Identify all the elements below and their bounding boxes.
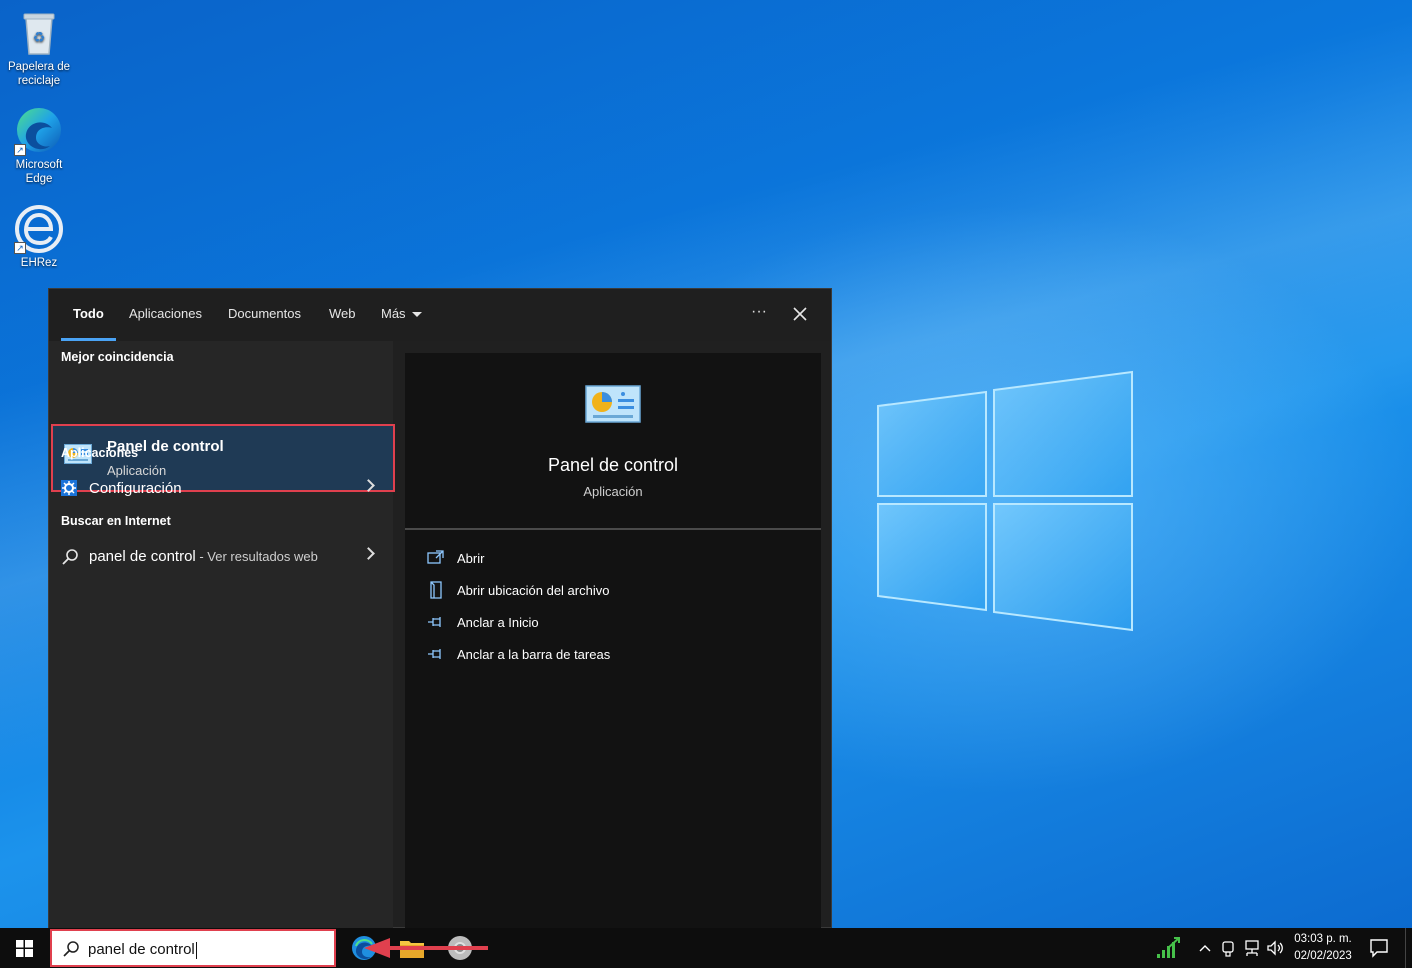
clock-date: 02/02/2023 xyxy=(1294,950,1352,962)
desktop-icon-label: Edge xyxy=(25,173,53,185)
result-label: panel de control - Ver resultados web xyxy=(89,548,318,565)
divider xyxy=(405,528,821,530)
tab-mas[interactable]: Más xyxy=(381,289,422,341)
chevron-down-icon xyxy=(411,312,422,318)
windows-start-icon xyxy=(16,940,33,957)
ehrez-icon: ↗ xyxy=(14,204,64,254)
tab-documentos[interactable]: Documentos xyxy=(228,289,301,341)
result-configuracion[interactable]: Configuración xyxy=(49,471,393,507)
action-open[interactable]: Abrir xyxy=(427,547,627,571)
search-query-text: panel de control xyxy=(88,941,197,959)
web-suffix: - Ver resultados web xyxy=(195,549,318,564)
search-tabs: Todo Aplicaciones Documentos Web Más ··· xyxy=(49,289,831,341)
tab-web[interactable]: Web xyxy=(329,289,356,341)
taskbar: panel de control 03:03 p. m. 02/02/2023 xyxy=(0,928,1412,968)
action-label: Anclar a Inicio xyxy=(457,615,539,630)
search-icon xyxy=(62,549,78,565)
preview-subtitle: Aplicación xyxy=(583,484,643,499)
edge-icon: ↗ xyxy=(14,106,64,156)
action-label: Abrir ubicación del archivo xyxy=(457,583,610,598)
taskbar-search-input[interactable]: panel de control xyxy=(50,929,336,967)
tab-mas-label: Más xyxy=(381,306,406,321)
network-signal-icon[interactable] xyxy=(1156,936,1182,960)
ethernet-icon[interactable] xyxy=(1243,938,1263,958)
show-desktop-button[interactable] xyxy=(1405,928,1412,968)
tab-aplicaciones[interactable]: Aplicaciones xyxy=(129,289,202,341)
volume-icon[interactable] xyxy=(1266,938,1286,958)
desktop-icon-label: reciclaje xyxy=(17,75,61,87)
web-query: panel de control xyxy=(89,548,196,565)
section-apps: Aplicaciones xyxy=(61,446,139,460)
device-icon[interactable] xyxy=(1220,938,1236,958)
recycle-bin-icon: ♻ xyxy=(14,8,64,58)
chevron-right-icon[interactable] xyxy=(362,547,375,560)
desktop-icon-label: Microsoft xyxy=(15,159,63,171)
action-open-file-location[interactable]: Abrir ubicación del archivo xyxy=(427,579,667,603)
shortcut-arrow-icon: ↗ xyxy=(14,242,26,254)
close-icon[interactable] xyxy=(784,299,816,331)
open-icon xyxy=(427,550,444,564)
result-web-search[interactable]: panel de control - Ver resultados web xyxy=(49,539,393,575)
chevron-right-icon[interactable] xyxy=(362,479,375,492)
desktop-icon-label: Papelera de xyxy=(7,61,71,73)
result-label: Configuración xyxy=(89,480,182,497)
notification-center-icon[interactable] xyxy=(1366,936,1392,960)
windows-logo-wallpaper xyxy=(877,370,1133,632)
search-icon xyxy=(63,941,79,957)
shortcut-arrow-icon: ↗ xyxy=(14,144,26,156)
start-button[interactable] xyxy=(0,928,48,968)
settings-gear-icon xyxy=(61,480,77,496)
results-list: Mejor coincidencia Panel de control Apli… xyxy=(49,341,395,929)
action-label: Anclar a la barra de tareas xyxy=(457,647,611,662)
red-arrow-annotation xyxy=(364,938,488,958)
section-web: Buscar en Internet xyxy=(61,514,171,528)
clock-time: 03:03 p. m. xyxy=(1294,933,1352,945)
action-pin-taskbar[interactable]: Anclar a la barra de tareas xyxy=(427,643,667,667)
search-query-value: panel de control xyxy=(88,941,195,958)
system-clock[interactable]: 03:03 p. m. 02/02/2023 xyxy=(1286,931,1360,965)
control-panel-icon xyxy=(585,385,641,423)
search-panel: Todo Aplicaciones Documentos Web Más ···… xyxy=(48,288,832,929)
file-location-icon xyxy=(430,581,442,599)
desktop-icon-edge[interactable]: ↗ Microsoft Edge xyxy=(1,106,77,186)
action-label: Abrir xyxy=(457,551,485,566)
section-best-match: Mejor coincidencia xyxy=(61,350,174,364)
ellipsis-icon[interactable]: ··· xyxy=(743,297,775,329)
chevron-up-icon[interactable] xyxy=(1198,938,1212,958)
svg-text:♻: ♻ xyxy=(33,30,46,46)
preview-title: Panel de control xyxy=(547,455,679,475)
desktop-icon-label: EHRez xyxy=(20,257,58,269)
tab-todo[interactable]: Todo xyxy=(61,289,116,341)
text-cursor xyxy=(195,941,197,959)
pin-icon xyxy=(428,617,441,627)
pin-icon xyxy=(428,649,441,659)
preview-pane: Panel de control Aplicación Abrir Abrir … xyxy=(405,353,821,929)
action-pin-start[interactable]: Anclar a Inicio xyxy=(427,611,627,635)
desktop-icon-recycle-bin[interactable]: ♻ Papelera de reciclaje xyxy=(1,8,77,88)
desktop-icon-ehrez[interactable]: ↗ EHRez xyxy=(1,204,77,270)
